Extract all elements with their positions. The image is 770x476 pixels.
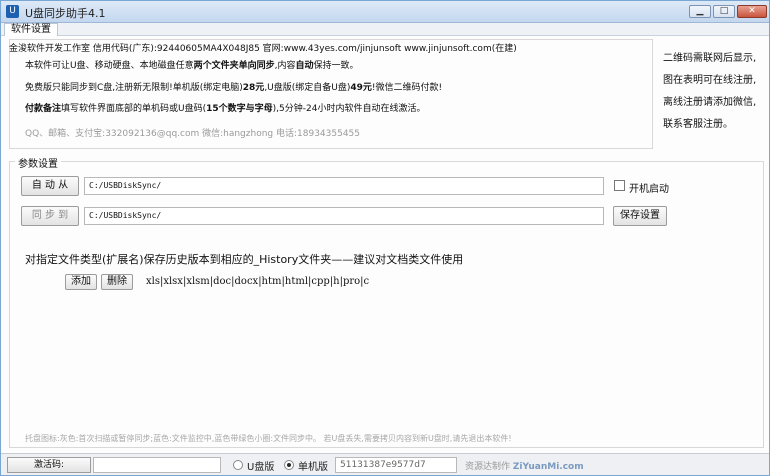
window-title: U盘同步助手4.1 (25, 7, 106, 20)
params-group-label: 参数设置 (15, 155, 61, 170)
add-extension-button[interactable]: 添加 (65, 274, 97, 290)
activate-button[interactable]: 激活码: (7, 457, 91, 473)
sync-from-button[interactable]: 自 动 从 (21, 176, 79, 196)
pricing-text-3: !微信二维码付款! (371, 83, 443, 93)
activation-code-input[interactable] (93, 457, 221, 473)
feature-bold-1: 两个文件夹单向同步 (193, 61, 275, 71)
app-window: U U盘同步助手4.1 ▁ □ ✕ 软件设置 金浚软件开发工作室 信用代码(广东… (0, 0, 770, 476)
machine-code-field[interactable]: 51131387e9577d7 (335, 457, 457, 473)
side-note-4: 联系客服注册。 (663, 119, 733, 130)
feature-bold-2: 自动 (295, 61, 314, 71)
delete-extension-button[interactable]: 删除 (101, 274, 133, 290)
watermark-text: ZiYuanMi.com (512, 462, 584, 472)
feature-text-1: 本软件可让U盘、移动硬盘、本地磁盘任意 (25, 61, 194, 71)
payment-note-bold: 付款备注 (25, 104, 62, 114)
company-info-line: 金浚软件开发工作室 信用代码(广东):92440605MA4X048J85 官网… (9, 44, 517, 54)
tab-bar: 软件设置 (1, 23, 769, 36)
credit-label: 资源达制作 (465, 462, 511, 472)
u-disk-app-icon: U (6, 5, 19, 18)
feature-text-2: ,内容 (274, 61, 296, 71)
autostart-label: 开机启动 (629, 184, 669, 195)
pc-edition-label: 单机版 (298, 462, 328, 473)
tab-software-settings[interactable]: 软件设置 (4, 23, 58, 36)
side-note-1: 二维码需联网后显示, (663, 53, 757, 64)
tray-icon-note: 托盘图标:灰色:首次扫描或暂停同步;蓝色:文件监控中,蓝色带绿色小圈:文件同步中… (25, 434, 512, 443)
from-path-input[interactable]: C:/USBDiskSync/ (84, 177, 604, 195)
extension-list[interactable]: xls|xlsx|xlsm|doc|docx|htm|html|cpp|h|pr… (146, 276, 369, 287)
side-note-2: 图在表明可在线注册, (663, 75, 757, 86)
pricing-text-2: ,U盘版(绑定自备U盘) (264, 83, 351, 93)
price-usb: 49元 (350, 83, 372, 93)
pc-edition-radio[interactable] (284, 460, 294, 470)
payment-note-text-1: 填写软件界面底部的单机码或U盘码( (61, 104, 207, 114)
credit-text: 资源达制作 ZiYuanMi.com (465, 459, 584, 472)
close-button[interactable]: ✕ (737, 5, 767, 18)
to-path-input[interactable]: C:/USBDiskSync/ (84, 207, 604, 225)
pricing-text-1: 免费版只能同步到C盘,注册新无限制!单机版(绑定电脑) (25, 83, 243, 93)
pricing-line: 免费版只能同步到C盘,注册新无限制!单机版(绑定电脑)28元,U盘版(绑定自备U… (25, 80, 442, 93)
payment-note-text-2: ),5分钟-24小时内软件自动在线激活。 (272, 104, 426, 114)
payment-note-bold-2: 15个数字与字母 (206, 104, 273, 114)
usb-edition-label: U盘版 (247, 462, 275, 473)
autostart-checkbox[interactable] (614, 180, 625, 191)
save-settings-button[interactable]: 保存设置 (613, 206, 667, 226)
params-group (9, 161, 764, 448)
maximize-button[interactable]: □ (713, 5, 735, 18)
side-note-3: 离线注册请添加微信, (663, 97, 757, 108)
price-pc: 28元 (242, 83, 265, 93)
feature-text-3: 保持一致。 (313, 61, 359, 71)
sync-to-button[interactable]: 同 步 到 (21, 206, 79, 226)
feature-line: 本软件可让U盘、移动硬盘、本地磁盘任意两个文件夹单向同步,内容自动保持一致。 (25, 58, 359, 71)
history-description: 对指定文件类型(扩展名)保存历史版本到相应的_History文件夹——建议对文档… (25, 253, 464, 266)
title-bar[interactable]: U U盘同步助手4.1 ▁ □ ✕ (1, 1, 769, 23)
contact-line: QQ、邮箱、支付宝:332092136@qq.com 微信:hangzhong … (25, 129, 361, 139)
minimize-button[interactable]: ▁ (689, 5, 711, 18)
usb-edition-radio[interactable] (233, 460, 243, 470)
payment-note-line: 付款备注填写软件界面底部的单机码或U盘码(15个数字与字母),5分钟-24小时内… (25, 101, 425, 114)
status-bar: 激活码: U盘版 单机版 51131387e9577d7 资源达制作 ZiYua… (1, 453, 769, 475)
